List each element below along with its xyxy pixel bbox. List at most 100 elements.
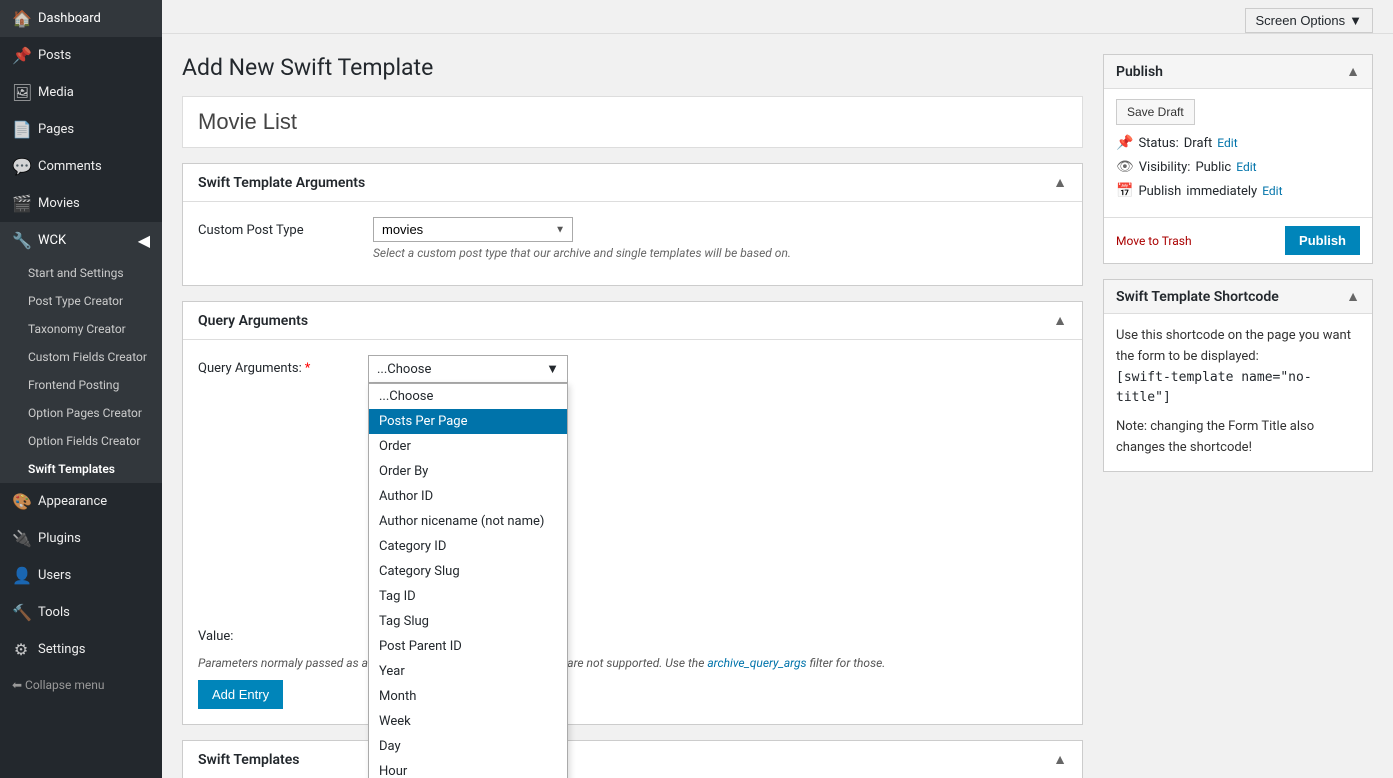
publish-time-edit-link[interactable]: Edit	[1262, 184, 1282, 198]
sidebar-item-users[interactable]: 👤 Users	[0, 557, 162, 594]
shortcode-description: Use this shortcode on the page you want …	[1116, 326, 1360, 368]
posts-icon: 📌	[12, 46, 30, 65]
sidebar-item-movies[interactable]: 🎬 Movies	[0, 185, 162, 222]
shortcode-title: Swift Template Shortcode	[1116, 289, 1279, 305]
sidebar-item-pages[interactable]: 📄 Pages	[0, 111, 162, 148]
sidebar-item-label: Settings	[38, 642, 85, 657]
sidebar-item-taxonomy-creator[interactable]: Taxonomy Creator	[0, 315, 162, 343]
sidebar-item-label: Users	[38, 568, 71, 583]
query-arguments-body: Query Arguments: * ...Choose ▼ ...Choose	[183, 340, 1082, 724]
sidebar-item-wck[interactable]: 🔧 WCK ◀	[0, 222, 162, 259]
shortcode-box: Swift Template Shortcode ▲ Use this shor…	[1103, 279, 1373, 472]
sidebar-item-tools[interactable]: 🔨 Tools	[0, 594, 162, 631]
move-to-trash-link[interactable]: Move to Trash	[1116, 234, 1192, 248]
sidebar-item-start-settings[interactable]: Start and Settings	[0, 259, 162, 287]
plugins-icon: 🔌	[12, 529, 30, 548]
publish-footer: Move to Trash Publish	[1104, 217, 1372, 263]
sidebar-item-settings[interactable]: ⚙ Settings	[0, 631, 162, 668]
dropdown-item-author-id[interactable]: Author ID	[369, 484, 567, 509]
custom-post-type-hint: Select a custom post type that our archi…	[373, 246, 791, 260]
dropdown-item-year[interactable]: Year	[369, 659, 567, 684]
archive-filter-link[interactable]: archive_query_args	[707, 656, 806, 670]
add-entry-button[interactable]: Add Entry	[198, 680, 283, 709]
sidebar-item-label: Tools	[38, 605, 70, 620]
value-row: Value:	[198, 623, 1067, 648]
sidebar-item-appearance[interactable]: 🎨 Appearance	[0, 483, 162, 520]
sidebar-item-media[interactable]: 🖼 Media	[0, 74, 162, 111]
collapse-menu[interactable]: ⬅ Collapse menu	[0, 668, 162, 702]
publish-collapse-icon: ▲	[1346, 63, 1360, 80]
dropdown-item-order-by[interactable]: Order By	[369, 459, 567, 484]
dropdown-item-post-parent-id[interactable]: Post Parent ID	[369, 634, 567, 659]
swift-templates-header[interactable]: Swift Templates ▲	[183, 741, 1082, 778]
sidebar-item-label: Pages	[38, 122, 74, 137]
dropdown-item-hour[interactable]: Hour	[369, 759, 567, 778]
query-note: Parameters normaly passed as arrays (som…	[198, 656, 1067, 670]
sidebar-item-label: Dashboard	[38, 11, 101, 26]
dropdown-item-week[interactable]: Week	[369, 709, 567, 734]
dropdown-item-tag-slug[interactable]: Tag Slug	[369, 609, 567, 634]
shortcode-code: [swift-template name="no-title"]	[1116, 370, 1312, 406]
visibility-row: 👁 Visibility: Public Edit	[1116, 159, 1360, 175]
dropdown-item-author-nicename[interactable]: Author nicename (not name)	[369, 509, 567, 534]
sidebar-item-post-type-creator[interactable]: Post Type Creator	[0, 287, 162, 315]
title-input[interactable]	[183, 97, 1082, 147]
dropdown-item-month[interactable]: Month	[369, 684, 567, 709]
publish-body: Save Draft 📌 Status: Draft Edit 👁 Visibi…	[1104, 89, 1372, 217]
sidebar-item-swift-templates[interactable]: Swift Templates	[0, 455, 162, 483]
swift-template-arguments-body: Custom Post Type movies posts pages S	[183, 202, 1082, 285]
shortcode-note: Note: changing the Form Title also chang…	[1116, 417, 1360, 459]
title-input-wrap	[182, 96, 1083, 148]
query-args-dropdown-trigger[interactable]: ...Choose ▼	[368, 355, 568, 383]
dropdown-item-choose[interactable]: ...Choose	[369, 384, 567, 409]
query-arguments-header[interactable]: Query Arguments ▲	[183, 302, 1082, 340]
publish-header[interactable]: Publish ▲	[1104, 55, 1372, 89]
value-section: Value: Parameters normaly passed as arra…	[198, 623, 1067, 709]
tools-icon: 🔨	[12, 603, 30, 622]
visibility-value: Public	[1195, 160, 1231, 175]
appearance-icon: 🎨	[12, 492, 30, 511]
query-args-label-text: Query Arguments:	[198, 361, 302, 376]
swift-template-arguments-metabox: Swift Template Arguments ▲ Custom Post T…	[182, 163, 1083, 286]
sidebar-item-plugins[interactable]: 🔌 Plugins	[0, 520, 162, 557]
sidebar-item-custom-fields-creator[interactable]: Custom Fields Creator	[0, 343, 162, 371]
collapse-arrow-icon: ▲	[1053, 312, 1067, 329]
collapse-menu-label: Collapse menu	[25, 678, 104, 692]
sidebar-item-posts[interactable]: 📌 Posts	[0, 37, 162, 74]
sidebar-item-frontend-posting[interactable]: Frontend Posting	[0, 371, 162, 399]
shortcode-header[interactable]: Swift Template Shortcode ▲	[1104, 280, 1372, 314]
dropdown-item-tag-id[interactable]: Tag ID	[369, 584, 567, 609]
dropdown-item-posts-per-page[interactable]: Posts Per Page	[369, 409, 567, 434]
dropdown-item-category-slug[interactable]: Category Slug	[369, 559, 567, 584]
dashboard-icon: 🏠	[12, 9, 30, 28]
save-draft-button[interactable]: Save Draft	[1116, 99, 1195, 125]
status-label: Status:	[1138, 136, 1178, 151]
publish-time: immediately	[1186, 184, 1257, 199]
publish-button[interactable]: Publish	[1285, 226, 1360, 255]
publish-box: Publish ▲ Save Draft 📌 Status: Draft Edi…	[1103, 54, 1373, 264]
media-icon: 🖼	[12, 83, 30, 102]
status-edit-link[interactable]: Edit	[1217, 136, 1237, 150]
dropdown-item-category-id[interactable]: Category ID	[369, 534, 567, 559]
dropdown-item-day[interactable]: Day	[369, 734, 567, 759]
dropdown-item-order[interactable]: Order	[369, 434, 567, 459]
shortcode-body: Use this shortcode on the page you want …	[1104, 314, 1372, 471]
sidebar-item-comments[interactable]: 💬 Comments	[0, 148, 162, 185]
collapse-arrow-icon: ▲	[1053, 751, 1067, 768]
visibility-edit-link[interactable]: Edit	[1236, 160, 1256, 174]
value-label: Value:	[198, 623, 358, 644]
sidebar-item-label: Media	[38, 85, 74, 100]
wck-arrow-icon: ◀	[138, 231, 150, 250]
sidebar-item-option-fields-creator[interactable]: Option Fields Creator	[0, 427, 162, 455]
status-icon: 📌	[1116, 135, 1133, 151]
screen-options-button[interactable]: Screen Options ▼	[1245, 8, 1373, 33]
custom-post-type-select[interactable]: movies posts pages	[373, 217, 573, 242]
content-right: Publish ▲ Save Draft 📌 Status: Draft Edi…	[1103, 54, 1373, 778]
swift-templates-title: Swift Templates	[198, 752, 299, 768]
custom-post-type-field: movies posts pages Select a custom post …	[373, 217, 791, 260]
sidebar-item-dashboard[interactable]: 🏠 Dashboard	[0, 0, 162, 37]
sidebar-item-option-pages-creator[interactable]: Option Pages Creator	[0, 399, 162, 427]
screen-options-arrow-icon: ▼	[1349, 13, 1362, 28]
swift-template-arguments-header[interactable]: Swift Template Arguments ▲	[183, 164, 1082, 202]
dropdown-arrow-icon: ▼	[546, 361, 559, 377]
